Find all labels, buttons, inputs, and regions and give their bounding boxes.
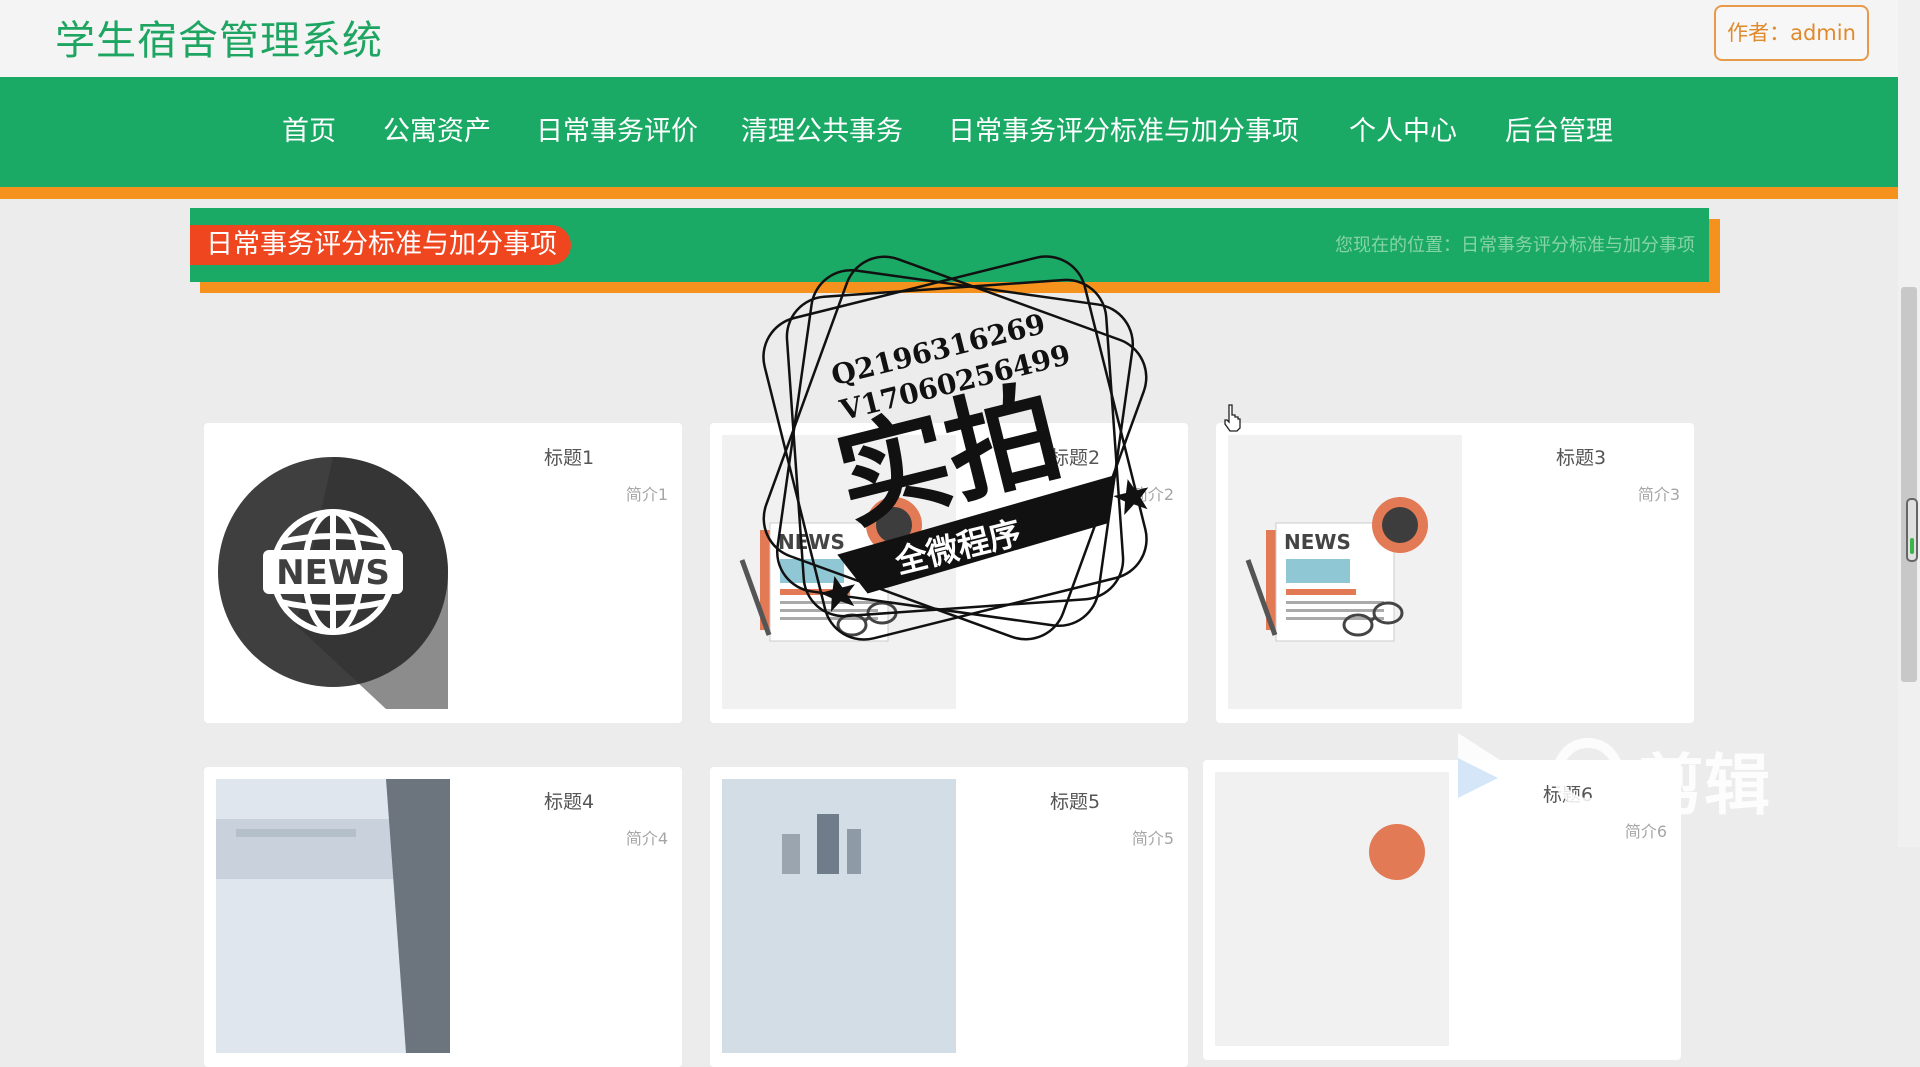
- news-card[interactable]: 标题5 简介5: [710, 767, 1188, 1067]
- news-card[interactable]: NEWS 标题1 简介1: [204, 423, 682, 723]
- svg-text:NEWS: NEWS: [778, 530, 845, 554]
- city-photo: [722, 779, 956, 1053]
- card-intro: 简介6: [1624, 822, 1667, 841]
- news-card[interactable]: NEWS 标题3 简介3: [1216, 423, 1694, 723]
- card-title[interactable]: 标题3: [1556, 443, 1606, 470]
- newspaper-coffee-illustration: NEWS: [1228, 435, 1462, 709]
- svg-text:NEWS: NEWS: [276, 553, 390, 593]
- nav-item-apartment-assets[interactable]: 公寓资产: [383, 109, 491, 148]
- card-intro: 简介1: [625, 485, 668, 504]
- newspaper-coffee-illustration: NEWS: [722, 435, 956, 709]
- card-title[interactable]: 标题6: [1543, 780, 1593, 807]
- main-nav: 首页 公寓资产 日常事务评价 清理公共事务 日常事务评分标准与加分事项 个人中心…: [0, 77, 1898, 187]
- news-card[interactable]: NEWS 标题2 简介2: [710, 423, 1188, 723]
- news-globe-icon: NEWS: [216, 435, 450, 709]
- nav-item-personal-center[interactable]: 个人中心: [1349, 109, 1457, 148]
- card-intro: 简介4: [625, 829, 668, 848]
- scrollbar-thumb[interactable]: [1901, 287, 1917, 682]
- nav-item-daily-evaluation[interactable]: 日常事务评价: [536, 109, 698, 148]
- site-title[interactable]: 学生宿舍管理系统: [55, 8, 383, 66]
- author-badge[interactable]: 作者：admin: [1714, 5, 1869, 61]
- nav-item-public-cleaning[interactable]: 清理公共事务: [741, 109, 903, 148]
- breadcrumb: 您现在的位置：日常事务评分标准与加分事项: [1335, 235, 1695, 256]
- top-header: 学生宿舍管理系统 作者：admin: [0, 0, 1898, 77]
- stamp-line-2: V17060256499: [836, 338, 1074, 427]
- card-title[interactable]: 标题4: [544, 787, 594, 814]
- scroll-indicator-icon: [1906, 498, 1918, 562]
- card-title[interactable]: 标题1: [544, 443, 594, 470]
- section-banner: 日常事务评分标准与加分事项 您现在的位置：日常事务评分标准与加分事项: [190, 208, 1709, 282]
- hand-cursor-icon: [1224, 404, 1241, 432]
- stamp-line-1: Q2196316269: [828, 307, 1049, 392]
- news-card[interactable]: 标题4 简介4: [204, 767, 682, 1067]
- card-title[interactable]: 标题2: [1050, 443, 1100, 470]
- nav-accent-stripe: [0, 187, 1898, 199]
- section-title: 日常事务评分标准与加分事项: [190, 225, 571, 265]
- coffee-cup-illustration: [1215, 772, 1449, 1046]
- svg-text:NEWS: NEWS: [1284, 530, 1351, 554]
- nav-item-scoring-standards[interactable]: 日常事务评分标准与加分事项: [948, 109, 1299, 148]
- nav-item-home[interactable]: 首页: [282, 109, 336, 148]
- building-photo: [216, 779, 450, 1053]
- card-intro: 简介3: [1637, 485, 1680, 504]
- card-title[interactable]: 标题5: [1050, 787, 1100, 814]
- card-intro: 简介2: [1131, 485, 1174, 504]
- card-intro: 简介5: [1131, 829, 1174, 848]
- news-card[interactable]: 标题6 简介6: [1203, 760, 1681, 1060]
- nav-item-admin[interactable]: 后台管理: [1505, 109, 1613, 148]
